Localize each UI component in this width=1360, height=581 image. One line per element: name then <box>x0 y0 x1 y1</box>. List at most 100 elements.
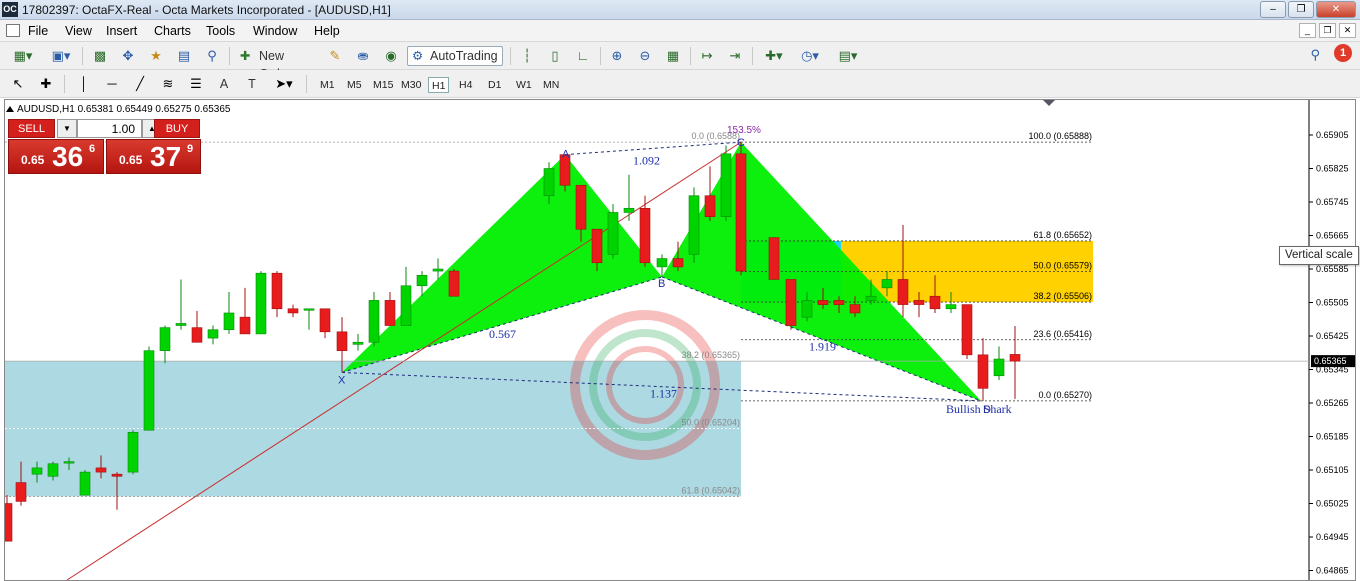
candle-body <box>239 316 251 335</box>
templates-icon[interactable]: ▤▾ <box>832 46 864 66</box>
navigator-icon[interactable]: ★ <box>146 46 166 66</box>
candle-body <box>127 432 139 473</box>
timeframe-w1[interactable]: W1 <box>513 77 535 93</box>
minimize-button[interactable]: – <box>1260 1 1286 18</box>
buy-price-button[interactable]: 0.65 37 9 <box>106 139 201 174</box>
line-chart-icon[interactable]: ∟ <box>573 46 593 66</box>
menu-charts[interactable]: Charts <box>154 24 191 38</box>
new-order-button[interactable]: ✚ New Order <box>236 46 318 81</box>
maximize-button[interactable]: ❐ <box>1288 1 1314 18</box>
timeframe-m5[interactable]: M5 <box>344 77 365 93</box>
market-icon[interactable]: ◉ <box>381 46 401 66</box>
pattern-point-c: C <box>737 137 745 149</box>
lot-size-input[interactable] <box>77 119 142 138</box>
candle-body <box>817 300 829 305</box>
zoom-in-icon[interactable]: ⊕ <box>607 46 627 66</box>
sell-price-button[interactable]: 0.65 36 6 <box>8 139 104 174</box>
menu-help[interactable]: Help <box>314 24 340 38</box>
vertical-line-icon[interactable]: │ <box>74 74 94 94</box>
timeframe-mn[interactable]: MN <box>540 77 562 93</box>
menu-bar: File View Insert Charts Tools Window Hel… <box>0 20 1360 42</box>
buy-price-big: 37 <box>150 141 182 172</box>
candle-body <box>591 228 603 264</box>
fib-level-label: 23.6 (0.65416) <box>1033 329 1092 339</box>
cursor-icon[interactable]: ↖ <box>8 74 28 94</box>
candle-body <box>31 467 43 475</box>
candle-body <box>833 300 845 305</box>
candle-body <box>735 153 747 272</box>
menu-insert[interactable]: Insert <box>106 24 137 38</box>
fib-level-label: 50.0 (0.65579) <box>1033 261 1092 271</box>
meta-editor-icon[interactable]: ✎ <box>325 46 345 66</box>
text-tool-icon[interactable]: A <box>214 74 234 94</box>
channel-icon[interactable]: ≋ <box>158 74 178 94</box>
periods-icon[interactable]: ◷▾ <box>795 46 825 66</box>
bar-chart-icon[interactable]: ┆ <box>517 46 537 66</box>
candle-body <box>432 268 444 272</box>
sell-button[interactable]: SELL <box>8 119 55 138</box>
fibonacci-icon[interactable]: ☰ <box>186 74 206 94</box>
buy-button[interactable]: BUY <box>154 119 200 138</box>
trendline-icon[interactable]: ╱ <box>130 74 150 94</box>
chart-window[interactable]: 100.0 (0.65888) 61.8 (0.65652) 50.0 (0.655… <box>4 99 1356 581</box>
timeframe-h4[interactable]: H4 <box>456 77 475 93</box>
timeframe-m15[interactable]: M15 <box>370 77 396 93</box>
indicators-icon[interactable]: ✚▾ <box>759 46 789 66</box>
candle-body <box>79 471 91 496</box>
price-label: 0.65825 <box>1316 164 1349 174</box>
timeframe-h1[interactable]: H1 <box>428 77 450 93</box>
chart-document-icon[interactable] <box>6 24 20 37</box>
crosshair-icon[interactable]: ✚ <box>36 74 56 94</box>
candle-body <box>945 304 957 310</box>
price-label: 0.65585 <box>1316 264 1349 274</box>
data-window-icon[interactable]: ✥ <box>118 46 138 66</box>
candle-body <box>271 272 283 310</box>
chart-shift-icon[interactable]: ⇥ <box>725 46 745 66</box>
candlestick-icon[interactable]: ▯ <box>545 46 565 66</box>
sell-price-big: 36 <box>52 141 84 172</box>
mdi-restore-button[interactable]: ❐ <box>1319 23 1336 38</box>
lot-decrease-button[interactable]: ▼ <box>57 119 77 138</box>
timeframe-m30[interactable]: M30 <box>398 77 424 93</box>
mdi-minimize-button[interactable]: _ <box>1299 23 1316 38</box>
horizontal-line-icon[interactable]: ─ <box>102 74 122 94</box>
candle-body <box>255 272 267 335</box>
candle-body <box>384 300 396 326</box>
candle-body <box>720 153 732 217</box>
strategy-tester-icon[interactable]: ⚲ <box>202 46 222 66</box>
profiles-icon[interactable]: ▣▾ <box>46 46 76 66</box>
mdi-close-button[interactable]: ✕ <box>1339 23 1356 38</box>
price-label: 0.65185 <box>1316 432 1349 442</box>
candle-body <box>143 350 155 431</box>
window-title: 17802397: OctaFX-Real - Octa Markets Inc… <box>22 3 391 17</box>
fib-left-label: 50.0 (0.65204) <box>681 418 740 428</box>
timeframe-d1[interactable]: D1 <box>485 77 504 93</box>
candle-body <box>111 473 123 477</box>
new-chart-icon[interactable]: ▦▾ <box>8 46 38 66</box>
search-icon[interactable]: ⚲ <box>1310 47 1320 63</box>
auto-trading-button[interactable]: ⚙ AutoTrading <box>407 46 503 66</box>
text-label-icon[interactable]: T <box>242 74 262 94</box>
fib-left-label: 61.8 (0.65042) <box>681 485 740 495</box>
auto-scroll-icon[interactable]: ↦ <box>697 46 717 66</box>
menu-view[interactable]: View <box>65 24 92 38</box>
notification-badge[interactable]: 1 <box>1334 44 1352 62</box>
price-label: 0.65905 <box>1316 130 1349 140</box>
price-chart[interactable]: 100.0 (0.65888) 61.8 (0.65652) 50.0 (0.655… <box>5 100 1355 580</box>
candle-body <box>303 308 315 311</box>
tile-windows-icon[interactable]: ▦ <box>663 46 683 66</box>
timeframe-m1[interactable]: M1 <box>317 77 338 93</box>
pattern-point-a: A <box>562 149 570 161</box>
market-watch-icon[interactable]: ▩ <box>90 46 110 66</box>
zoom-out-icon[interactable]: ⊖ <box>635 46 655 66</box>
signals-icon[interactable]: ⛂ <box>353 46 373 66</box>
menu-file[interactable]: File <box>28 24 48 38</box>
arrows-icon[interactable]: ➤▾ <box>270 74 298 94</box>
menu-tools[interactable]: Tools <box>206 24 235 38</box>
price-label: 0.65745 <box>1316 197 1349 207</box>
menu-window[interactable]: Window <box>253 24 297 38</box>
candle-body <box>929 295 941 310</box>
ratio-extension: 153.5% <box>727 125 761 136</box>
terminal-icon[interactable]: ▤ <box>174 46 194 66</box>
close-button[interactable]: ✕ <box>1316 1 1356 18</box>
